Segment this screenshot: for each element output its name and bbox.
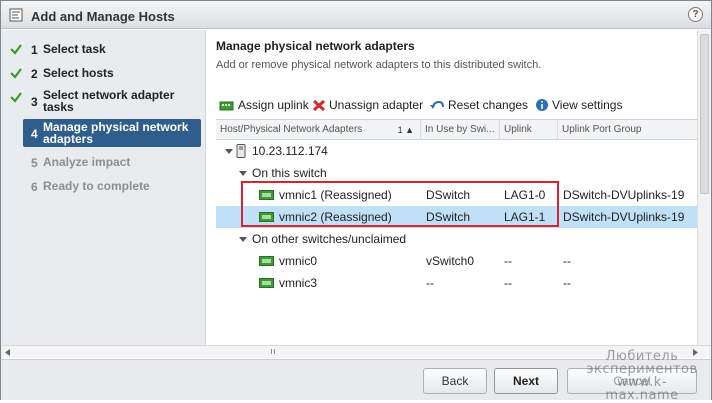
step-analyze-impact[interactable]: 5 Analyze impact <box>7 152 203 176</box>
vertical-scrollbar[interactable] <box>697 30 711 346</box>
step-label: Select hosts <box>43 66 114 80</box>
next-button[interactable]: Next <box>494 368 558 394</box>
grid-header: Host/Physical Network Adapters 1 ▲ In Us… <box>216 120 697 140</box>
assign-uplink-button[interactable]: Assign uplink <box>219 98 309 112</box>
title-bar: Add and Manage Hosts ? <box>1 1 711 29</box>
adapter-switch: vSwitch0 <box>426 254 475 268</box>
step-label: Ready to complete <box>43 179 150 193</box>
host-name: 10.23.112.174 <box>252 144 328 158</box>
step-label: Manage physical network adapters <box>43 120 189 146</box>
host-row[interactable]: 10.23.112.174 <box>216 140 697 162</box>
sort-ascending-icon: 1 ▲ <box>397 125 414 135</box>
adapter-uplink: -- <box>504 276 512 290</box>
content-header: Manage physical network adapters Add or … <box>216 39 541 71</box>
step-number: 4 <box>31 127 38 141</box>
adapter-name: vmnic0 <box>279 254 318 268</box>
adapter-name: vmnic3 <box>279 276 318 290</box>
adapter-name: vmnic2 (Reassigned) <box>279 210 392 224</box>
step-label: Select task <box>43 42 106 56</box>
step-ready-to-complete[interactable]: 6 Ready to complete <box>7 176 203 200</box>
nic-icon <box>259 212 274 222</box>
table-row[interactable]: vmnic1 (Reassigned) DSwitch LAG1-0 DSwit… <box>216 184 697 206</box>
unassign-adapter-label: Unassign adapter <box>329 98 424 112</box>
collapse-icon[interactable] <box>225 149 233 154</box>
scrollbar-thumb[interactable] <box>700 34 709 194</box>
step-number: 2 <box>31 67 38 81</box>
reset-changes-label: Reset changes <box>448 98 529 112</box>
group-other-switches[interactable]: On other switches/unclaimed <box>216 228 697 250</box>
adapters-grid: Host/Physical Network Adapters 1 ▲ In Us… <box>216 119 697 344</box>
step-select-task[interactable]: 1 Select task <box>7 39 203 63</box>
group-label: On this switch <box>252 166 327 180</box>
view-settings-label: View settings <box>552 98 623 112</box>
view-settings-button[interactable]: View settings <box>535 98 622 112</box>
nic-icon <box>259 278 274 288</box>
adapter-uplink: LAG1-0 <box>504 188 546 202</box>
step-select-network-adapter-tasks[interactable]: 3 Select network adapter tasks <box>7 87 203 115</box>
cancel-button[interactable]: Cancel <box>567 368 697 394</box>
adapter-uplink: -- <box>504 254 512 268</box>
reset-changes-button[interactable]: Reset changes <box>430 98 528 112</box>
scroll-right-icon[interactable] <box>692 349 698 356</box>
table-row[interactable]: vmnic3 -- -- -- <box>216 272 697 294</box>
group-label: On other switches/unclaimed <box>252 232 407 246</box>
adapter-switch: DSwitch <box>426 188 471 202</box>
adapter-switch: DSwitch <box>426 210 471 224</box>
table-row[interactable]: vmnic0 vSwitch0 -- -- <box>216 250 697 272</box>
info-icon <box>536 99 548 111</box>
column-header-uplink[interactable]: Uplink <box>500 120 558 140</box>
back-button[interactable]: Back <box>423 368 487 394</box>
unassign-adapter-button[interactable]: Unassign adapter <box>312 98 423 112</box>
horizontal-scrollbar[interactable] <box>2 345 711 358</box>
step-number: 5 <box>31 156 38 170</box>
add-manage-hosts-dialog: Add and Manage Hosts ? 1 Select task 2 S… <box>0 0 712 402</box>
step-label: Select network adapter tasks <box>43 88 175 114</box>
undo-icon <box>430 100 444 109</box>
scrollbar-grip[interactable] <box>271 349 275 354</box>
help-icon[interactable]: ? <box>688 7 703 22</box>
adapter-uplink: LAG1-1 <box>504 210 546 224</box>
adapter-port-group: -- <box>563 254 571 268</box>
content-pane: Manage physical network adapters Add or … <box>207 30 711 358</box>
dialog-title: Add and Manage Hosts <box>31 9 175 24</box>
adapter-switch: -- <box>426 276 434 290</box>
nic-icon <box>259 256 274 266</box>
scroll-left-icon[interactable] <box>5 349 11 356</box>
page-subtitle: Add or remove physical network adapters … <box>216 59 542 71</box>
collapse-icon[interactable] <box>239 237 247 242</box>
column-header-adapters[interactable]: Host/Physical Network Adapters 1 ▲ <box>216 120 421 140</box>
table-row-selected[interactable]: vmnic2 (Reassigned) DSwitch LAG1-1 DSwit… <box>216 206 697 228</box>
adapter-port-group: -- <box>563 276 571 290</box>
step-number: 1 <box>31 43 38 57</box>
wizard-icon <box>9 8 23 22</box>
collapse-icon[interactable] <box>239 171 247 176</box>
nic-icon <box>259 190 274 200</box>
column-label: Host/Physical Network Adapters <box>220 124 363 135</box>
check-icon <box>10 44 22 55</box>
delete-x-icon <box>312 99 326 111</box>
check-icon <box>10 68 22 79</box>
adapter-port-group: DSwitch-DVUplinks-19 <box>563 188 685 202</box>
step-label: Analyze impact <box>43 155 131 169</box>
step-select-hosts[interactable]: 2 Select hosts <box>7 63 203 87</box>
group-on-this-switch[interactable]: On this switch <box>216 162 697 184</box>
column-header-in-use-by-switch[interactable]: In Use by Swi... <box>421 120 500 140</box>
step-number: 3 <box>31 95 38 109</box>
check-icon <box>10 92 22 103</box>
column-header-uplink-port-group[interactable]: Uplink Port Group <box>558 120 697 140</box>
step-number: 6 <box>31 180 38 194</box>
uplink-icon <box>219 101 234 110</box>
step-manage-physical-network-adapters[interactable]: 4 Manage physical network adapters <box>23 119 201 147</box>
adapter-name: vmnic1 (Reassigned) <box>279 188 392 202</box>
wizard-steps-pane: 1 Select task 2 Select hosts 3 Select ne… <box>1 30 206 358</box>
page-title: Manage physical network adapters <box>216 39 415 53</box>
host-server-icon <box>236 144 246 158</box>
adapter-port-group: DSwitch-DVUplinks-19 <box>563 210 685 224</box>
wizard-footer: Back Next Cancel <box>1 359 711 400</box>
assign-uplink-label: Assign uplink <box>238 98 309 112</box>
